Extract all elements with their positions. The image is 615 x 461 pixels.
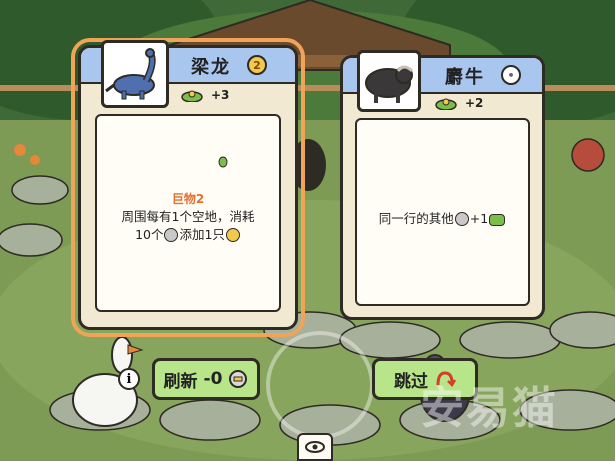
refresh-button[interactable]: 刷新 -0 (152, 358, 260, 400)
ability-text-a: 同一行的其他 (378, 211, 454, 226)
card-name: 麝牛 (445, 67, 485, 88)
coin-icon (164, 228, 179, 242)
card-value-text: +3 (211, 88, 230, 102)
ability-line-2: 10个 添加1只 (103, 226, 273, 244)
sprout-value-icon (181, 90, 203, 102)
sprout-icon (489, 214, 506, 226)
game-scene: 梁龙 2 +3 巨物2 周围每有1个空地，消耗 10个 添加1只 麝牛 • +2… (0, 0, 615, 461)
ability-line-1: 周围每有1个空地，消耗 (121, 209, 255, 224)
view-board-button[interactable] (297, 433, 333, 461)
card-name: 梁龙 (191, 57, 231, 78)
diplodocus-icon (105, 48, 156, 100)
gold-rarity-icon (225, 228, 240, 242)
watermark: 安易猫 (420, 383, 558, 434)
ability-cost: 10个 (135, 227, 164, 242)
gold-rarity-icon: 2 (247, 55, 267, 75)
ability-description: 周围每有1个空地，消耗 10个 添加1只 (103, 208, 273, 244)
card-value-text: +2 (465, 96, 484, 110)
refresh-cost: -0 (203, 369, 223, 389)
muskox-icon (365, 65, 414, 103)
reward-card-diplodocus[interactable]: 梁龙 2 +3 巨物2 周围每有1个空地，消耗 10个 添加1只 (71, 38, 305, 337)
white-rarity-icon: • (501, 65, 521, 85)
ability-text-b: +1 (469, 211, 489, 226)
sprout-value-icon (435, 98, 457, 110)
ability-effect: 添加1只 (179, 227, 225, 242)
card-value: +3 (181, 88, 229, 102)
ability-description: 同一行的其他 +1 (363, 210, 522, 228)
ability-title: 巨物2 (171, 192, 205, 206)
muskox-portrait (357, 50, 421, 112)
refresh-label: 刷新 (163, 371, 198, 392)
info-button[interactable]: i (118, 368, 140, 390)
card-ability-panel: 巨物2 周围每有1个空地，消耗 10个 添加1只 (95, 114, 281, 312)
eye-icon (305, 441, 325, 453)
coin-icon (454, 212, 469, 226)
sprout-icon (218, 156, 228, 168)
coin-icon (229, 370, 248, 388)
card-value: +2 (435, 96, 483, 110)
card-ability-panel: 同一行的其他 +1 (355, 118, 530, 306)
diplodocus-portrait (101, 40, 169, 108)
reward-card-muskox[interactable]: 麝牛 • +2 同一行的其他 +1 (340, 50, 545, 320)
